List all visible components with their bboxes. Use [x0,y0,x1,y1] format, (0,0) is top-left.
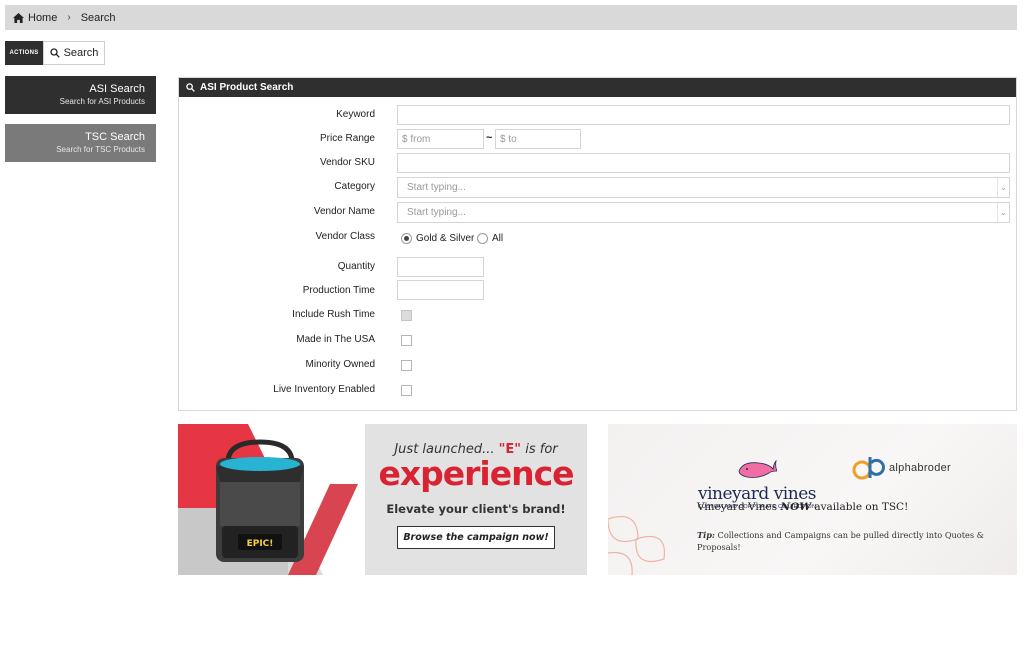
price-to-input[interactable]: $ to [495,129,581,149]
sidebar-item-tsc-search[interactable]: TSC Search Search for TSC Products [5,124,156,162]
vendor-name-select[interactable]: Start typing... ⌄ [397,202,1010,223]
search-button-label: Search [63,47,99,59]
sidebar-item-title: TSC Search [85,131,145,143]
home-icon[interactable] [13,12,24,23]
breadcrumb: Home › Search [5,5,1017,30]
live-inventory-checkbox[interactable] [401,385,412,396]
search-icon [49,48,60,58]
vendor-sku-label: Vendor SKU [319,157,375,168]
banner-tagline: Elevate your client's brand! [386,502,566,516]
made-in-usa-label: Made in The USA [296,334,375,345]
whale-icon [738,459,778,478]
radio-unselected[interactable] [477,233,488,244]
production-time-label: Production Time [302,285,375,296]
actions-bar: ACTIONS Search [5,41,105,65]
made-in-usa-checkbox[interactable] [401,335,412,346]
quantity-label: Quantity [337,261,375,272]
production-time-input[interactable] [397,280,484,300]
promo-banner-vineyard-vines[interactable]: vineyard vines CUSTOM AND CORPORATE COLL… [608,424,1017,575]
minority-owned-checkbox[interactable] [401,360,412,371]
include-rush-time-checkbox[interactable] [401,310,412,321]
category-select[interactable]: Start typing... ⌄ [397,177,1010,198]
banner-copy: Just launched... "E" is for experience E… [365,424,587,575]
quantity-input[interactable] [397,257,484,277]
banner-availability-text: Vineyard Vines NOW available on TSC! [697,501,908,513]
breadcrumb-home-link[interactable]: Home [28,12,57,24]
alphabroder-wordmark: alphabroder [889,462,952,474]
price-range-separator: ~ [486,132,493,144]
search-icon [186,83,195,92]
sidebar-item-asi-search[interactable]: ASI Search Search for ASI Products [5,76,156,114]
price-from-input[interactable]: $ from [397,129,484,149]
vendor-name-placeholder: Start typing... [407,207,466,218]
category-placeholder: Start typing... [407,182,466,193]
banner-headline: experience [378,454,574,493]
search-button[interactable]: Search [43,41,105,65]
decorative-petal-graphic [608,515,666,575]
sidebar-item-title: ASI Search [89,83,145,95]
bag-print-text: EPIC! [247,539,274,549]
now-emphasis: NOW [780,501,812,513]
price-range-label: Price Range [319,133,375,144]
tip-label: Tip: [697,530,715,540]
vendor-class-option-all[interactable]: All [477,233,503,244]
panel-header: ASI Product Search [179,78,1016,97]
vendor-sku-input[interactable] [397,153,1010,173]
keyword-input[interactable] [397,105,1010,125]
minority-owned-label: Minority Owned [305,359,375,370]
browse-campaign-button[interactable]: Browse the campaign now! [397,526,555,549]
vendor-class-option-gold-silver[interactable]: Gold & Silver [401,233,474,244]
cooler-bag-image: EPIC! [216,439,304,562]
vendor-class-label: Vendor Class [315,231,375,242]
keyword-label: Keyword [336,109,375,120]
asi-product-search-panel: ASI Product Search Keyword Price Range $… [178,77,1017,411]
breadcrumb-separator: › [67,12,71,23]
chevron-down-icon[interactable]: ⌄ [997,178,1009,197]
category-label: Category [334,181,375,192]
sidebar-item-subtitle: Search for TSC Products [56,145,145,154]
alphabroder-mark-icon [852,457,885,480]
include-rush-time-label: Include Rush Time [292,309,375,320]
banner-tip-text: Tip: Collections and Campaigns can be pu… [697,529,997,553]
panel-title: ASI Product Search [200,82,294,93]
tip-body: Collections and Campaigns can be pulled … [697,530,984,552]
now-suffix: available on TSC! [811,501,909,513]
sidebar-item-subtitle: Search for ASI Products [59,97,145,106]
radio-selected[interactable] [401,233,412,244]
radio-label: All [492,233,504,244]
promo-banner-experience[interactable]: EPIC! Just launched... "E" is for experi… [178,424,587,575]
breadcrumb-current: Search [80,11,116,24]
actions-label: ACTIONS [5,41,43,65]
vendor-name-label: Vendor Name [313,206,375,217]
alphabroder-logo: alphabroder [852,455,951,481]
chevron-down-icon[interactable]: ⌄ [997,203,1009,222]
live-inventory-label: Live Inventory Enabled [273,384,375,395]
radio-label: Gold & Silver [416,233,475,244]
now-prefix: Vineyard Vines [697,501,781,513]
